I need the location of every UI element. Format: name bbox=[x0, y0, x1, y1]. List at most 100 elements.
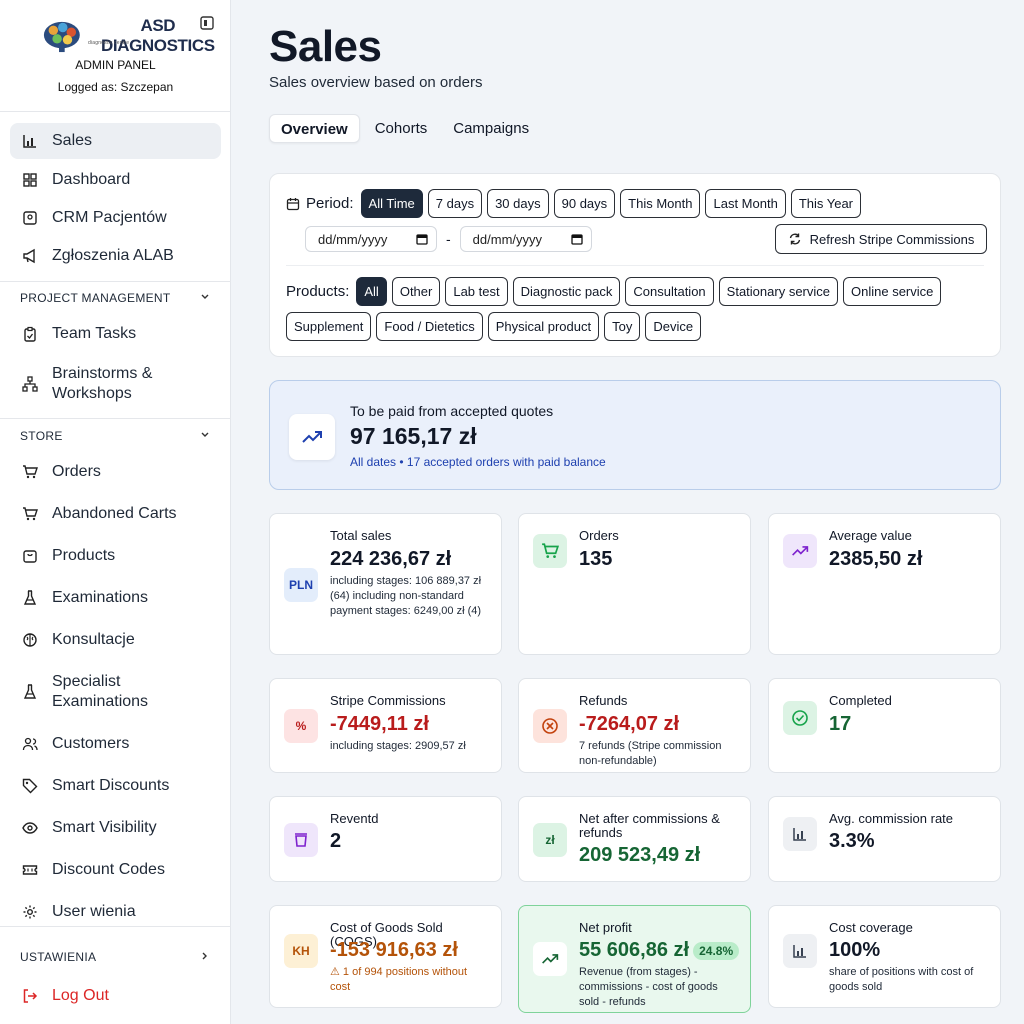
tab-overview[interactable]: Overview bbox=[269, 114, 360, 143]
brand-header: ASD DIAGNOSTICS diagnostic centre ADMIN … bbox=[0, 0, 230, 112]
sidebar-item-dashboard[interactable]: Dashboard bbox=[10, 162, 221, 198]
date-to-field[interactable]: dd/mm/yyyy bbox=[459, 226, 592, 252]
sidebar-item-user-settings[interactable]: User wienia bbox=[10, 894, 221, 930]
section-label: PROJECT MANAGEMENT bbox=[20, 291, 171, 305]
quotes-title: To be paid from accepted quotes bbox=[350, 403, 554, 419]
sidebar-item-label: Brainstorms & Workshops bbox=[52, 364, 152, 404]
pln-icon: PLN bbox=[284, 568, 318, 602]
sidebar-item-examinations[interactable]: Examinations bbox=[10, 580, 221, 616]
stat-note: Revenue (from stages) - commissions - co… bbox=[579, 966, 718, 1008]
sidebar-item-team-tasks[interactable]: Team Tasks bbox=[10, 316, 221, 352]
tabs: Overview Cohorts Campaigns bbox=[269, 114, 540, 143]
divider bbox=[0, 926, 231, 927]
stat-note: 7 refunds (Stripe commission non-refunda… bbox=[579, 740, 722, 767]
trend-up-icon bbox=[289, 414, 335, 460]
product-filter-consultation[interactable]: Consultation bbox=[625, 277, 714, 306]
filter-card: Period: All Time 7 days 30 days 90 days … bbox=[269, 173, 1001, 357]
page-subtitle: Sales overview based on orders bbox=[269, 74, 483, 91]
stat-value: -153 916,63 zł bbox=[330, 939, 458, 961]
product-filter-all[interactable]: All bbox=[356, 277, 387, 306]
stat-net-after-commissions: zł Net after commissions & refunds 209 5… bbox=[518, 796, 751, 882]
stat-title: Net profit bbox=[579, 920, 632, 935]
period-label-text: Period: bbox=[306, 195, 354, 212]
bar-chart-icon bbox=[20, 131, 40, 151]
stat-title: Cost coverage bbox=[829, 920, 913, 935]
flask-icon bbox=[20, 588, 40, 608]
contact-icon bbox=[20, 208, 40, 228]
sidebar-item-alab[interactable]: Zgłoszenia ALAB bbox=[10, 238, 221, 274]
sidebar-item-label: Specialist Examinations bbox=[52, 672, 148, 712]
sidebar-item-label: Customers bbox=[52, 735, 130, 752]
stat-value: 100% bbox=[829, 939, 881, 961]
tab-campaigns[interactable]: Campaigns bbox=[442, 114, 540, 143]
stat-title: Orders bbox=[579, 528, 619, 543]
sidebar-item-smart-visibility[interactable]: Smart Visibility bbox=[10, 810, 221, 846]
stat-title: Refunds bbox=[579, 693, 628, 708]
sidebar-item-label: Team Tasks bbox=[52, 325, 137, 342]
period-all-time[interactable]: All Time bbox=[360, 189, 423, 218]
product-filter-food-dietetics[interactable]: Food / Dietetics bbox=[376, 312, 483, 341]
sidebar-item-sales[interactable]: Sales bbox=[10, 123, 221, 159]
date-to-placeholder: dd/mm/yyyy bbox=[472, 231, 543, 247]
period-30-days[interactable]: 30 days bbox=[487, 189, 549, 218]
sidebar-item-settings[interactable]: USTAWIENIA bbox=[20, 950, 210, 964]
stat-avg-commission-rate: Avg. commission rate 3.3% bbox=[768, 796, 1001, 882]
period-last-month[interactable]: Last Month bbox=[705, 189, 786, 218]
section-project-management[interactable]: PROJECT MANAGEMENT bbox=[20, 291, 210, 305]
main-content: Sales Sales overview based on orders Ove… bbox=[231, 0, 1024, 1024]
date-from-field[interactable]: dd/mm/yyyy bbox=[305, 226, 437, 252]
logo-subtitle: diagnostic centre bbox=[88, 40, 130, 46]
trend-up-icon bbox=[783, 534, 817, 568]
product-filter-stationary-service[interactable]: Stationary service bbox=[718, 277, 838, 306]
label-line-2: Examinations bbox=[52, 693, 149, 710]
sidebar-item-specialist-examinations[interactable]: Specialist Examinations bbox=[10, 669, 221, 715]
logout-button[interactable]: Log Out bbox=[10, 978, 221, 1014]
divider bbox=[0, 418, 231, 419]
stat-value: 3.3% bbox=[829, 830, 875, 852]
zloty-icon: zł bbox=[533, 823, 567, 857]
product-filter-toy[interactable]: Toy bbox=[604, 312, 641, 341]
period-this-year[interactable]: This Year bbox=[790, 189, 862, 218]
product-filter-diagnostic-pack[interactable]: Diagnostic pack bbox=[512, 277, 621, 306]
period-this-month[interactable]: This Month bbox=[620, 189, 701, 218]
sidebar-item-label: User wienia bbox=[52, 903, 136, 920]
product-filter-supplement[interactable]: Supplement bbox=[286, 312, 372, 341]
product-filter-device[interactable]: Device bbox=[645, 312, 702, 341]
section-store[interactable]: STORE bbox=[20, 429, 210, 443]
period-7-days[interactable]: 7 days bbox=[427, 189, 483, 218]
sidebar-collapse-icon[interactable] bbox=[200, 16, 214, 30]
date-from-placeholder: dd/mm/yyyy bbox=[318, 231, 388, 247]
stat-value: 224 236,67 zł bbox=[330, 548, 452, 570]
sidebar-item-label: Orders bbox=[52, 463, 101, 480]
period-90-days[interactable]: 90 days bbox=[553, 189, 616, 218]
cup-icon bbox=[284, 823, 318, 857]
x-circle-icon bbox=[533, 709, 567, 743]
sidebar-item-crm[interactable]: CRM Pacjentów bbox=[10, 200, 221, 236]
period-label: Period: bbox=[286, 195, 354, 212]
calendar-icon bbox=[571, 234, 583, 245]
sidebar-item-smart-discounts[interactable]: Smart Discounts bbox=[10, 768, 221, 804]
tab-cohorts[interactable]: Cohorts bbox=[364, 114, 439, 143]
trend-up-icon bbox=[533, 942, 567, 976]
section-label: USTAWIENIA bbox=[20, 950, 97, 964]
admin-panel-label: ADMIN PANEL bbox=[75, 58, 156, 72]
stat-value-row: 55 606,86 zł 24.8% bbox=[579, 939, 740, 962]
sidebar-item-brainstorms[interactable]: Brainstorms & Workshops bbox=[10, 361, 221, 407]
stat-title: Completed bbox=[829, 693, 892, 708]
sidebar-item-konsultacje[interactable]: Konsultacje bbox=[10, 622, 221, 658]
stat-refunds: Refunds -7264,07 zł 7 refunds (Stripe co… bbox=[518, 678, 751, 773]
stat-note: ⚠ 1 of 994 positions without cost bbox=[330, 966, 468, 993]
sidebar-item-orders[interactable]: Orders bbox=[10, 454, 221, 490]
sidebar-item-abandoned-carts[interactable]: Abandoned Carts bbox=[10, 496, 221, 532]
product-filter-other[interactable]: Other bbox=[391, 277, 441, 306]
sidebar-item-customers[interactable]: Customers bbox=[10, 726, 221, 762]
quotes-value: 97 165,17 zł bbox=[350, 423, 477, 449]
product-filter-physical-product[interactable]: Physical product bbox=[487, 312, 600, 341]
sidebar-item-discount-codes[interactable]: Discount Codes bbox=[10, 852, 221, 888]
products-label: Products: bbox=[286, 283, 350, 300]
sidebar-item-products[interactable]: Products bbox=[10, 538, 221, 574]
sidebar-item-label: Discount Codes bbox=[52, 861, 165, 878]
product-filter-online-service[interactable]: Online service bbox=[843, 277, 942, 306]
refresh-stripe-button[interactable]: Refresh Stripe Commissions bbox=[775, 224, 987, 254]
product-filter-lab-test[interactable]: Lab test bbox=[445, 277, 508, 306]
